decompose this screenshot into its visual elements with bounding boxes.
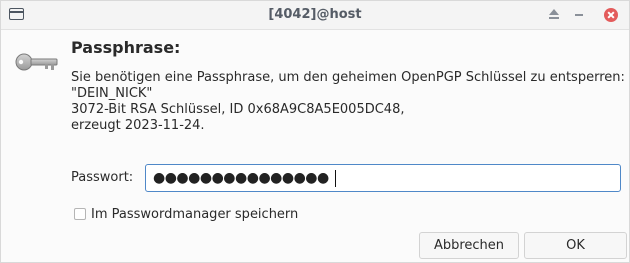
window-title: [4042]@host [268, 7, 362, 22]
text-caret [335, 170, 336, 187]
description-line: 3072-Bit RSA Schlüssel, ID 0x68A9C8A5E00… [71, 102, 405, 117]
close-icon[interactable] [604, 8, 618, 22]
pinentry-dialog-window: [4042]@host Passphrase: Sie benötigen ei… [0, 0, 630, 263]
ok-button[interactable]: OK [524, 232, 627, 259]
title-bar[interactable]: [4042]@host [1, 1, 629, 30]
password-masked-value: ●●●●●●●●●●●●●●● [153, 170, 329, 186]
dialog-heading: Passphrase: [71, 38, 181, 57]
save-in-password-manager-checkbox[interactable] [74, 208, 86, 220]
minimize-icon[interactable] [575, 14, 583, 16]
description-line: Sie benötigen eine Passphrase, um den ge… [71, 70, 625, 85]
description-line: "DEIN_NICK" [71, 86, 153, 101]
description-line: erzeugt 2023-11-24. [71, 118, 205, 133]
cancel-button[interactable]: Abbrechen [419, 232, 519, 259]
dialog-description: Sie benötigen eine Passphrase, um den ge… [71, 70, 625, 134]
save-in-password-manager-label[interactable]: Im Passwordmanager speichern [91, 207, 298, 222]
shade-window-icon[interactable] [548, 9, 560, 21]
key-icon [15, 53, 58, 71]
password-label: Passwort: [71, 170, 134, 185]
password-input[interactable]: ●●●●●●●●●●●●●●● [145, 164, 621, 192]
